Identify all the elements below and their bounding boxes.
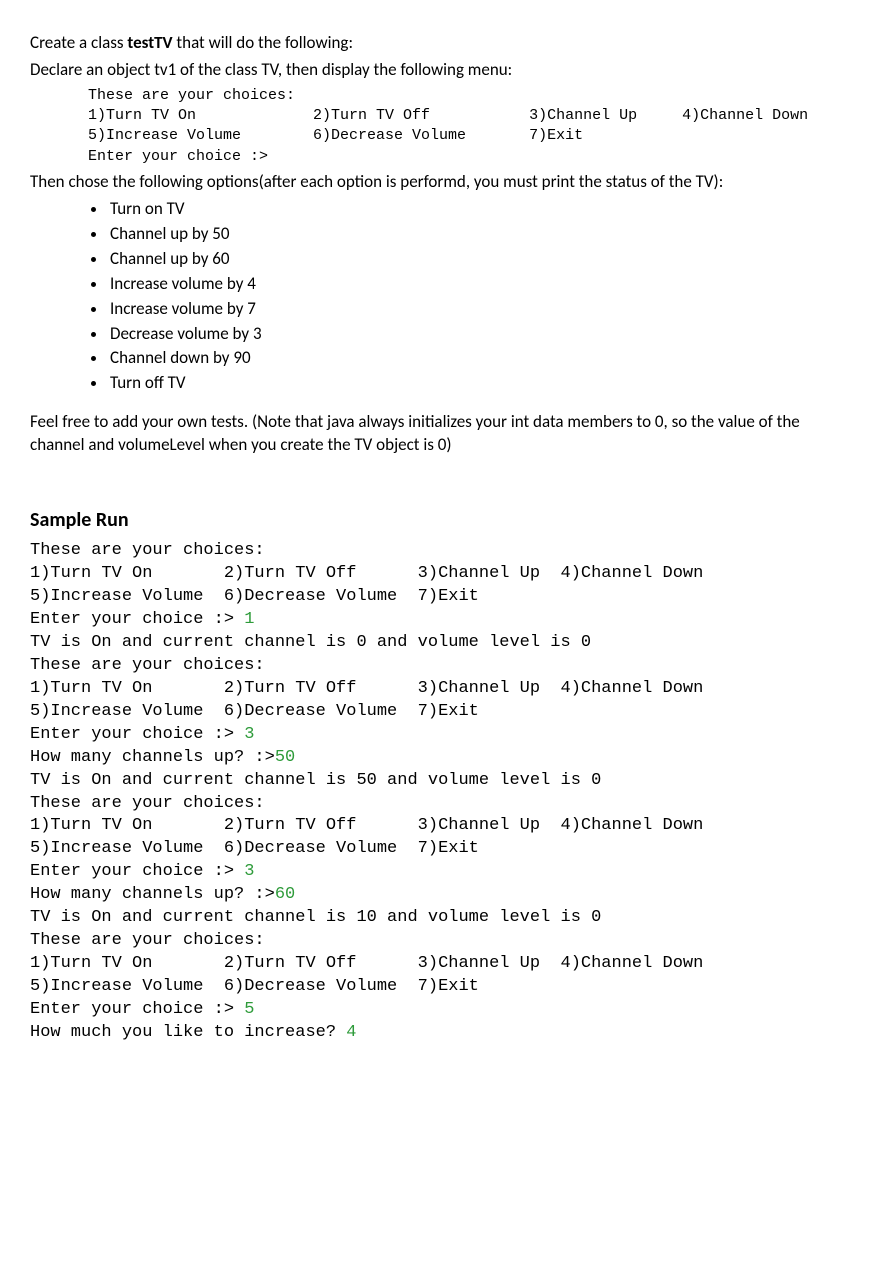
- sample-user-input: 4: [346, 1023, 356, 1042]
- list-item: Turn off TV: [108, 372, 844, 395]
- sample-line: 1)Turn TV On 2)Turn TV Off 3)Channel Up …: [30, 678, 844, 701]
- sample-user-input: 50: [275, 748, 295, 767]
- sample-line: These are your choices:: [30, 540, 844, 563]
- sample-line: How many channels up? :>60: [30, 884, 844, 907]
- sample-output-text: TV is On and current channel is 10 and v…: [30, 908, 601, 927]
- sample-user-input: 1: [244, 610, 254, 629]
- sample-output-text: 5)Increase Volume 6)Decrease Volume 7)Ex…: [30, 839, 479, 858]
- intro-post: that will do the following:: [173, 32, 353, 53]
- sample-output-text: These are your choices:: [30, 541, 265, 560]
- sample-run-block: These are your choices: 1)Turn TV On 2)Tu…: [30, 540, 844, 1045]
- sample-output-text: Enter your choice :>: [30, 862, 244, 881]
- sample-line: 1)Turn TV On 2)Turn TV Off 3)Channel Up …: [30, 815, 844, 838]
- sample-output-text: 1)Turn TV On 2)Turn TV Off 3)Channel Up …: [30, 564, 703, 583]
- sample-line: 5)Increase Volume 6)Decrease Volume 7)Ex…: [30, 838, 844, 861]
- sample-output-text: How much you like to increase?: [30, 1023, 346, 1042]
- sample-line: These are your choices:: [30, 655, 844, 678]
- sample-line: 1)Turn TV On 2)Turn TV Off 3)Channel Up …: [30, 563, 844, 586]
- list-item: Turn on TV: [108, 198, 844, 221]
- then-paragraph: Then chose the following options(after e…: [30, 171, 844, 194]
- intro-line: Create a class testTV that will do the f…: [30, 32, 844, 55]
- sample-line: TV is On and current channel is 50 and v…: [30, 770, 844, 793]
- sample-output-text: 1)Turn TV On 2)Turn TV Off 3)Channel Up …: [30, 816, 703, 835]
- sample-line: 5)Increase Volume 6)Decrease Volume 7)Ex…: [30, 701, 844, 724]
- sample-line: These are your choices:: [30, 793, 844, 816]
- sample-line: Enter your choice :> 1: [30, 609, 844, 632]
- sample-output-text: These are your choices:: [30, 656, 265, 675]
- list-item: Channel down by 90: [108, 347, 844, 370]
- sample-output-text: 5)Increase Volume 6)Decrease Volume 7)Ex…: [30, 702, 479, 721]
- sample-line: Enter your choice :> 3: [30, 724, 844, 747]
- sample-run-heading: Sample Run: [30, 507, 844, 534]
- list-item: Channel up by 50: [108, 223, 844, 246]
- sample-user-input: 3: [244, 725, 254, 744]
- sample-output-text: 5)Increase Volume 6)Decrease Volume 7)Ex…: [30, 587, 479, 606]
- sample-output-text: Enter your choice :>: [30, 725, 244, 744]
- list-item: Increase volume by 7: [108, 298, 844, 321]
- sample-line: 5)Increase Volume 6)Decrease Volume 7)Ex…: [30, 976, 844, 999]
- sample-output-text: How many channels up? :>: [30, 748, 275, 767]
- sample-line: Enter your choice :> 3: [30, 861, 844, 884]
- sample-output-text: TV is On and current channel is 0 and vo…: [30, 633, 591, 652]
- declare-line: Declare an object tv1 of the class TV, t…: [30, 59, 844, 82]
- sample-line: 1)Turn TV On 2)Turn TV Off 3)Channel Up …: [30, 953, 844, 976]
- sample-output-text: These are your choices:: [30, 931, 265, 950]
- bullet-list: Turn on TV Channel up by 50 Channel up b…: [30, 198, 844, 396]
- sample-line: How much you like to increase? 4: [30, 1022, 844, 1045]
- sample-output-text: Enter your choice :>: [30, 1000, 244, 1019]
- intro-pre: Create a class: [30, 32, 127, 53]
- menu-block: These are your choices: 1)Turn TV On 2)T…: [88, 86, 844, 167]
- sample-user-input: 5: [244, 1000, 254, 1019]
- sample-line: How many channels up? :>50: [30, 747, 844, 770]
- sample-line: TV is On and current channel is 0 and vo…: [30, 632, 844, 655]
- sample-output-text: How many channels up? :>: [30, 885, 275, 904]
- sample-line: These are your choices:: [30, 930, 844, 953]
- sample-output-text: 1)Turn TV On 2)Turn TV Off 3)Channel Up …: [30, 679, 703, 698]
- sample-output-text: TV is On and current channel is 50 and v…: [30, 771, 601, 790]
- list-item: Channel up by 60: [108, 248, 844, 271]
- sample-output-text: Enter your choice :>: [30, 610, 244, 629]
- list-item: Decrease volume by 3: [108, 323, 844, 346]
- sample-user-input: 3: [244, 862, 254, 881]
- list-item: Increase volume by 4: [108, 273, 844, 296]
- sample-output-text: 5)Increase Volume 6)Decrease Volume 7)Ex…: [30, 977, 479, 996]
- sample-user-input: 60: [275, 885, 295, 904]
- note-paragraph: Feel free to add your own tests. (Note t…: [30, 411, 844, 457]
- sample-line: 5)Increase Volume 6)Decrease Volume 7)Ex…: [30, 586, 844, 609]
- class-name: testTV: [127, 32, 172, 53]
- sample-line: TV is On and current channel is 10 and v…: [30, 907, 844, 930]
- sample-output-text: 1)Turn TV On 2)Turn TV Off 3)Channel Up …: [30, 954, 703, 973]
- sample-line: Enter your choice :> 5: [30, 999, 844, 1022]
- sample-output-text: These are your choices:: [30, 794, 265, 813]
